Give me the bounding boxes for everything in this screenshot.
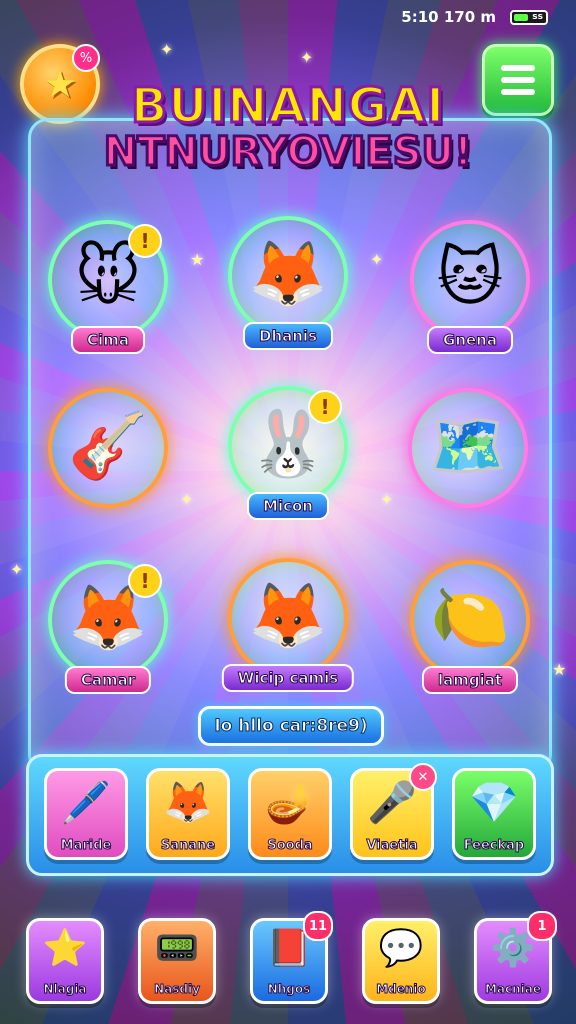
cat-character-icon: 🐱	[436, 240, 504, 315]
character-label: Camar	[64, 666, 152, 694]
tray-item-label: Maride	[60, 838, 112, 854]
fox-face-icon: 🦊	[163, 780, 213, 826]
nav-item-chat[interactable]: 💬 Mdenio	[362, 918, 440, 1004]
sparkle-icon: ✦	[180, 490, 194, 509]
sparkle-icon: ✦	[160, 40, 174, 59]
lamp-icon: 🪔	[265, 780, 315, 826]
nav-item-star[interactable]: ⭐ Nlagia	[26, 918, 104, 1004]
nav-item-label: Macniae	[484, 982, 542, 997]
character-slot-1[interactable]: 🐭 ! Cima	[48, 220, 168, 354]
character-label: Wicip camis	[221, 664, 355, 692]
sparkle-icon: ✦	[370, 250, 384, 269]
nav-item-settings[interactable]: ⚙️ Macniae 1	[474, 911, 557, 1004]
notification-badge: 1	[527, 911, 557, 941]
nav-item-tablet[interactable]: 📟 Nasdiy	[138, 918, 216, 1004]
pen-icon: 🖊️	[61, 780, 111, 826]
tray-item-crystal[interactable]: 💎 Feeckap	[452, 768, 536, 860]
nav-item-label: Nasdiy	[154, 982, 201, 997]
character-slot-7[interactable]: 🦊 ! Camar	[48, 560, 168, 694]
star-badge: %	[72, 44, 100, 72]
battery-icon: ss	[510, 9, 548, 25]
character-slot-3[interactable]: 🐱 Gnena	[410, 220, 530, 354]
character-slot-5[interactable]: 🐰 ! Micon	[228, 386, 348, 520]
tray-item-label: Sanane	[160, 838, 216, 854]
tray-item-label: Feeckap	[463, 838, 525, 854]
character-label: lamgiat	[421, 666, 519, 694]
treasure-board-icon: 🗺️	[428, 409, 508, 484]
title-line-2: NTNURYOVIESU!	[102, 129, 474, 175]
item-slot-board[interactable]: 🗺️	[408, 388, 528, 508]
game-title: BUINANGAI NTNURYOVIESU!	[0, 78, 576, 175]
tray-item-lamp[interactable]: 🪔 Sooda	[248, 768, 332, 860]
nav-item-label: Mdenio	[376, 982, 427, 997]
tray-item-fox[interactable]: 🦊 Sanane	[146, 768, 230, 860]
item-slot-guitar[interactable]: 🎸	[48, 388, 168, 508]
alert-icon: !	[308, 390, 342, 424]
chat-icon: 💬	[378, 928, 424, 969]
orange-fox-character-icon: 🦊	[248, 579, 328, 654]
battery-text: ss	[532, 12, 543, 22]
character-label: Gnena	[427, 326, 513, 354]
alert-icon: !	[128, 224, 162, 258]
title-line-1: BUINANGAI	[129, 78, 446, 134]
sparkle-icon: ★	[552, 660, 567, 679]
nav-item-label: Nlagia	[43, 982, 87, 997]
tray-item-label: Viaetia	[366, 838, 418, 854]
character-label: Micon	[247, 492, 329, 520]
nav-item-label: Nhgos	[267, 982, 311, 997]
status-time: 5:10 170 m	[401, 8, 496, 26]
sparkle-icon: ✦	[380, 490, 394, 509]
lemon-key-icon: 🍋	[430, 581, 510, 656]
nav-item-book[interactable]: 📕 Nhgos 11	[250, 911, 333, 1004]
guitar-icon: 🎸	[68, 409, 148, 484]
tablet-icon: 📟	[154, 928, 200, 969]
sparkle-icon: ✦	[10, 560, 24, 579]
item-slot-lemon[interactable]: 🍋 lamgiat	[410, 560, 530, 694]
close-icon[interactable]: ✕	[409, 763, 437, 791]
character-slot-2[interactable]: 🦊 Dhanis	[228, 216, 348, 350]
alert-icon: !	[128, 564, 162, 598]
tray-item-pen[interactable]: 🖊️ Maride	[44, 768, 128, 860]
fox-character-icon: 🦊	[248, 237, 328, 312]
tray-item-label: Sooda	[267, 838, 313, 854]
crystal-icon: 💎	[469, 780, 519, 826]
status-bar: 5:10 170 m ss	[401, 8, 548, 26]
star-icon: ⭐	[42, 928, 88, 969]
character-label: Dhanis	[242, 322, 334, 350]
microphone-icon: 🎤	[367, 780, 417, 826]
character-label: Cima	[71, 326, 145, 354]
action-pill-button[interactable]: Io hllo car:8re9)	[198, 706, 384, 746]
sparkle-icon: ★	[190, 250, 205, 269]
character-slot-8[interactable]: 🦊 Wicip camis	[221, 558, 355, 692]
notification-badge: 11	[303, 911, 333, 941]
sparkle-icon: ✦	[300, 48, 314, 67]
tray-item-microphone[interactable]: 🎤 Viaetia ✕	[350, 763, 437, 860]
